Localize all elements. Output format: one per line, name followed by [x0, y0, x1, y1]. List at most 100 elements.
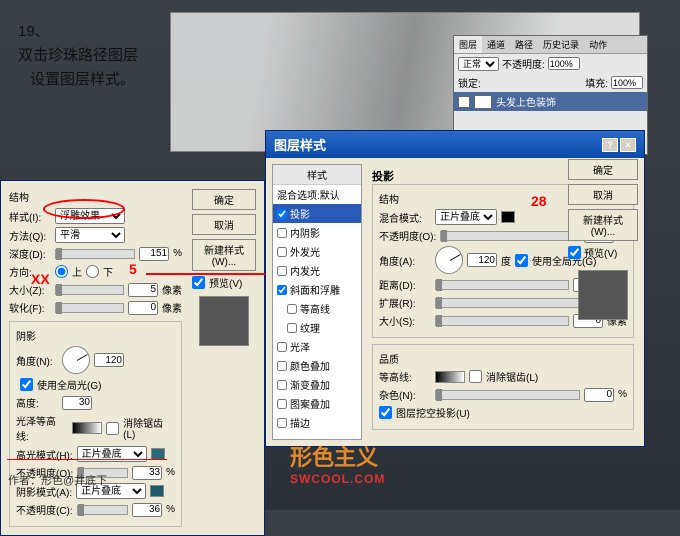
- blend-mode-select[interactable]: 正片叠底: [435, 209, 497, 225]
- opacity-slider[interactable]: [440, 231, 580, 241]
- altitude-label: 高度:: [16, 395, 58, 410]
- noise-input[interactable]: [584, 388, 614, 402]
- gloss-contour[interactable]: [72, 422, 102, 434]
- tab-channels[interactable]: 通道: [482, 36, 510, 53]
- opacity-label: 不透明度:: [502, 56, 545, 71]
- dir-up-radio[interactable]: [55, 265, 68, 278]
- style-item-outer-glow[interactable]: 外发光: [273, 242, 361, 261]
- style-item-color-ov[interactable]: 颜色叠加: [273, 356, 361, 375]
- close-icon[interactable]: ×: [620, 138, 636, 152]
- dir-down-radio[interactable]: [86, 265, 99, 278]
- spread-label: 扩展(R):: [379, 295, 431, 310]
- watermark-cn: 形色主义: [290, 445, 378, 470]
- red-arrow-line: [146, 273, 266, 275]
- soften-slider[interactable]: [55, 303, 124, 313]
- spread-slider[interactable]: [435, 298, 580, 308]
- opacity-input[interactable]: [548, 57, 580, 70]
- blend-label: 混合模式:: [379, 210, 431, 225]
- depth-slider[interactable]: [55, 249, 135, 259]
- blend-mode-select[interactable]: 正常: [458, 57, 499, 71]
- new-style-button[interactable]: 新建样式(W)...: [192, 239, 256, 271]
- preview-swatch: [199, 296, 249, 346]
- style-item-grad-ov[interactable]: 渐变叠加: [273, 375, 361, 394]
- ok-button[interactable]: 确定: [568, 159, 638, 180]
- size-slider[interactable]: [435, 316, 569, 326]
- gloss-label: 光泽等高线:: [16, 413, 68, 443]
- tab-actions[interactable]: 动作: [584, 36, 612, 53]
- red-underline: [7, 459, 167, 460]
- layer-row[interactable]: 头发上色装饰: [454, 92, 647, 111]
- altitude-input[interactable]: [62, 396, 92, 410]
- tab-history[interactable]: 历史记录: [538, 36, 584, 53]
- style-item-drop-shadow[interactable]: 投影: [273, 204, 361, 223]
- noise-label: 杂色(N):: [379, 387, 431, 402]
- style-item-inner-shadow[interactable]: 内阴影: [273, 223, 361, 242]
- layer-name: 头发上色装饰: [496, 94, 556, 109]
- eye-icon[interactable]: [458, 96, 470, 108]
- noise-slider[interactable]: [435, 390, 580, 400]
- red-28-text: 28: [531, 193, 547, 209]
- sh-color-chip[interactable]: [150, 485, 164, 497]
- op1-input[interactable]: [132, 466, 162, 480]
- shadow-color-chip[interactable]: [501, 211, 515, 223]
- fill-input[interactable]: [611, 76, 643, 89]
- style-list: 样式 混合选项:默认 投影 内阴影 外发光 内发光 斜面和浮雕 等高线 纹理 光…: [272, 164, 362, 440]
- dialog-titlebar[interactable]: 图层样式 ? ×: [266, 131, 644, 158]
- size-input[interactable]: [128, 283, 158, 297]
- style-item-pattern-ov[interactable]: 图案叠加: [273, 394, 361, 413]
- red-5-text: 5: [129, 261, 137, 277]
- tutorial-annotation: 19、 双击珍珠路径图层 设置图层样式。: [18, 20, 138, 92]
- cancel-button[interactable]: 取消: [192, 214, 256, 235]
- tab-layers[interactable]: 图层: [454, 36, 482, 53]
- new-style-button[interactable]: 新建样式(W)...: [568, 209, 638, 241]
- depth-input[interactable]: [139, 247, 169, 261]
- layer-style-dialog-shadow: 图层样式 ? × 样式 混合选项:默认 投影 内阴影 外发光 内发光 斜面和浮雕…: [265, 130, 645, 447]
- ok-button[interactable]: 确定: [192, 189, 256, 210]
- style-item-satin[interactable]: 光泽: [273, 337, 361, 356]
- contour-label: 等高线:: [379, 369, 431, 384]
- lock-label: 锁定:: [458, 75, 481, 90]
- opacity-label: 不透明度(O):: [379, 228, 436, 243]
- knockout-check[interactable]: [379, 406, 392, 419]
- size-label: 大小(S):: [379, 313, 431, 328]
- blend-options-item[interactable]: 混合选项:默认: [273, 185, 361, 204]
- angle-input[interactable]: [94, 353, 124, 367]
- method-label: 方法(Q):: [9, 228, 51, 243]
- dialog-title: 图层样式: [274, 135, 326, 154]
- layer-thumb: [474, 95, 492, 109]
- distance-slider[interactable]: [435, 280, 569, 290]
- style-item-contour[interactable]: 等高线: [273, 299, 361, 318]
- struct-label: 结构: [9, 189, 182, 204]
- global-light-check[interactable]: [20, 378, 33, 391]
- quality-label: 品质: [379, 351, 627, 366]
- bevel-style-select[interactable]: 浮雕效果: [55, 208, 125, 224]
- angle-dial[interactable]: [62, 346, 90, 374]
- preview-swatch: [578, 270, 628, 320]
- tab-paths[interactable]: 路径: [510, 36, 538, 53]
- size-slider[interactable]: [55, 285, 124, 295]
- panel-tabs: 图层 通道 路径 历史记录 动作: [454, 36, 647, 54]
- help-icon[interactable]: ?: [602, 138, 618, 152]
- style-item-bevel[interactable]: 斜面和浮雕: [273, 280, 361, 299]
- antialias-check[interactable]: [469, 370, 482, 383]
- step-number: 19、: [18, 20, 138, 44]
- style-item-inner-glow[interactable]: 内发光: [273, 261, 361, 280]
- style-item-texture[interactable]: 纹理: [273, 318, 361, 337]
- bevel-method-select[interactable]: 平滑: [55, 227, 125, 243]
- preview-check[interactable]: [192, 276, 205, 289]
- shading-label: 阴影: [16, 328, 175, 343]
- angle-input[interactable]: [467, 253, 497, 267]
- distance-label: 距离(D):: [379, 277, 431, 292]
- depth-label: 深度(D):: [9, 246, 51, 261]
- angle-dial[interactable]: [435, 246, 463, 274]
- contour-picker[interactable]: [435, 371, 465, 383]
- red-xx-text: XX: [31, 271, 50, 287]
- author-credit: 作者：形色@井底下: [8, 472, 107, 488]
- preview-check[interactable]: [568, 246, 581, 259]
- dialog-buttons: 确定 取消 新建样式(W)... 预览(V): [568, 159, 638, 326]
- antialias-check[interactable]: [106, 422, 119, 435]
- global-light-check[interactable]: [515, 254, 528, 267]
- soften-input[interactable]: [128, 301, 158, 315]
- cancel-button[interactable]: 取消: [568, 184, 638, 205]
- style-item-stroke[interactable]: 描边: [273, 413, 361, 432]
